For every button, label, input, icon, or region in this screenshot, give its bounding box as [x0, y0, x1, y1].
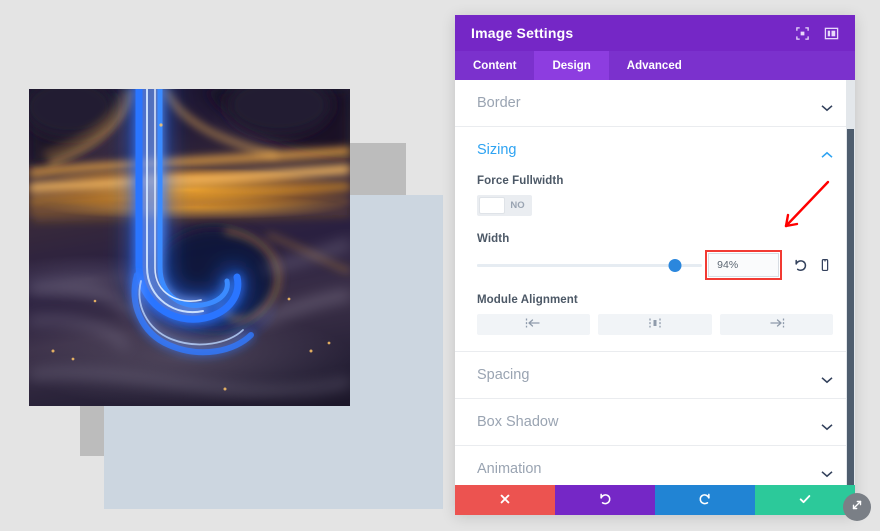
width-slider[interactable] [477, 257, 703, 273]
section-animation-label: Animation [477, 461, 542, 477]
section-spacing[interactable]: Spacing [455, 352, 855, 399]
chevron-up-icon [821, 146, 833, 158]
image-module[interactable] [29, 89, 350, 406]
section-sizing-label: Sizing [477, 142, 517, 158]
undo-icon[interactable] [793, 257, 808, 273]
slider-fill [477, 263, 676, 267]
force-fullwidth-label: Force Fullwidth [477, 175, 564, 187]
redo-button[interactable] [655, 485, 755, 515]
tab-design[interactable]: Design [534, 51, 609, 80]
tab-content[interactable]: Content [455, 51, 534, 80]
close-icon [499, 492, 511, 508]
save-button[interactable] [755, 485, 855, 515]
image-settings-panel[interactable]: Image Settings Content Design Advanced B… [455, 15, 855, 515]
fullscreen-icon[interactable] [795, 26, 810, 41]
align-right-icon [766, 316, 786, 334]
panel-body: Border Sizing Force Fullwidth NO Width 9… [455, 80, 855, 485]
width-value-input[interactable]: 94% [705, 250, 782, 280]
module-alignment-buttons [477, 314, 833, 335]
section-border-label: Border [477, 95, 521, 111]
section-spacing-label: Spacing [477, 367, 530, 383]
align-left-icon [524, 316, 544, 334]
undo-button[interactable] [555, 485, 655, 515]
panel-tabs[interactable]: Content Design Advanced [455, 51, 855, 80]
align-center-button[interactable] [598, 314, 712, 335]
checkmark-icon [798, 492, 812, 509]
force-fullwidth-toggle[interactable]: NO [477, 195, 532, 216]
scrollbar-thumb[interactable] [847, 128, 854, 485]
panel-header: Image Settings [455, 15, 855, 51]
chevron-down-icon [821, 418, 833, 431]
align-left-button[interactable] [477, 314, 591, 335]
section-sizing[interactable]: Sizing [455, 127, 855, 173]
panel-resize-handle[interactable] [843, 493, 871, 521]
panel-title: Image Settings [471, 25, 574, 41]
undo-icon [598, 492, 612, 509]
redo-icon [698, 492, 712, 509]
panel-scrollbar[interactable] [846, 80, 855, 485]
toggle-value-label: NO [510, 200, 525, 211]
toggle-knob [479, 197, 505, 214]
resize-diagonal-icon [850, 498, 864, 517]
chevron-down-icon [821, 465, 833, 478]
mobile-device-icon[interactable] [818, 257, 833, 273]
align-right-button[interactable] [719, 314, 833, 335]
highway-night-photo [29, 89, 350, 406]
width-label: Width [477, 233, 510, 245]
sizing-section-content: Force Fullwidth NO Width 94% Module Alig… [455, 173, 855, 352]
panel-layout-icon[interactable] [824, 26, 839, 41]
chevron-down-icon [821, 371, 833, 384]
section-box-shadow[interactable]: Box Shadow [455, 399, 855, 446]
tab-advanced[interactable]: Advanced [609, 51, 700, 80]
cancel-button[interactable] [455, 485, 555, 515]
panel-footer [455, 485, 855, 515]
section-animation[interactable]: Animation [455, 446, 855, 485]
section-box-shadow-label: Box Shadow [477, 414, 559, 430]
chevron-down-icon [821, 99, 833, 112]
align-center-icon [645, 316, 665, 334]
width-control-row: 94% [477, 250, 833, 280]
width-value-text: 94% [717, 259, 739, 271]
panel-header-icons [795, 26, 839, 41]
photo-light-trails [29, 89, 350, 395]
slider-handle[interactable] [668, 258, 682, 272]
section-border[interactable]: Border [455, 80, 855, 127]
module-alignment-label: Module Alignment [477, 294, 578, 306]
